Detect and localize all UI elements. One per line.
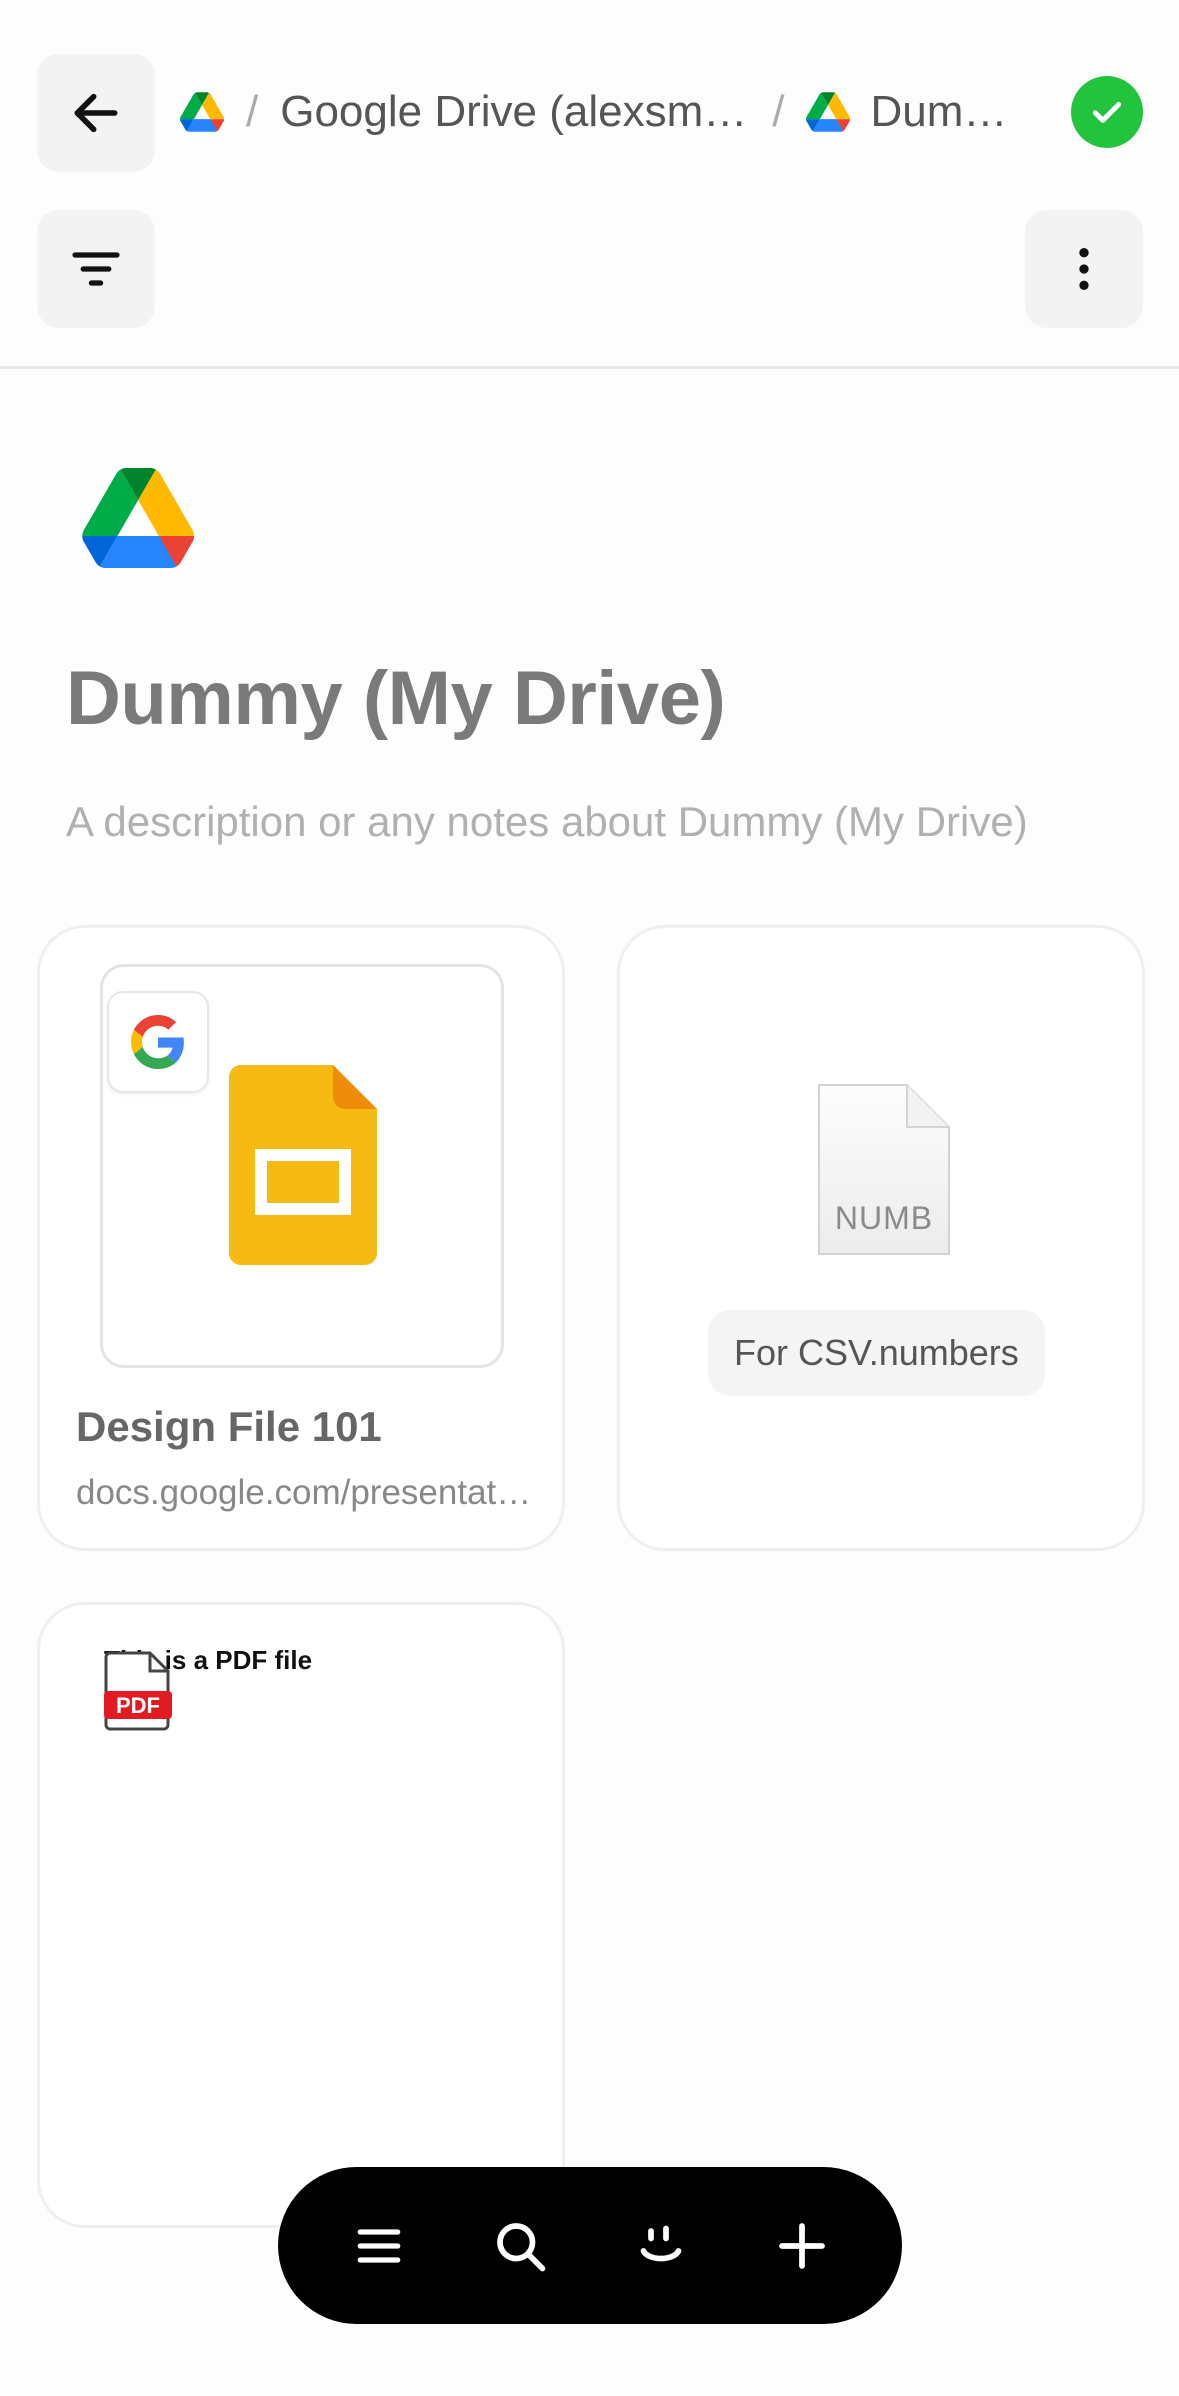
back-button[interactable] bbox=[37, 54, 155, 172]
file-title: Design File 101 bbox=[76, 1403, 382, 1450]
file-name-chip: For CSV.numbers bbox=[708, 1310, 1045, 1396]
smile-icon bbox=[640, 2225, 681, 2261]
breadcrumb-google-drive-account[interactable]: Google Drive (alexsmith.mobbin@gmail.com… bbox=[280, 87, 750, 137]
check-icon bbox=[1092, 102, 1122, 123]
filter-icon bbox=[72, 252, 120, 286]
breadcrumb-current-folder[interactable]: Dummy (My Drive) bbox=[806, 87, 1010, 137]
search-icon bbox=[496, 2222, 545, 2271]
more-options-button[interactable] bbox=[1025, 210, 1143, 328]
google-slides-icon bbox=[229, 1065, 377, 1265]
breadcrumb-drive-root[interactable] bbox=[180, 92, 224, 132]
assistant-button[interactable] bbox=[611, 2196, 711, 2296]
top-header: / Google Drive (alexsmith.mobbin@gmail.c… bbox=[0, 0, 1179, 369]
file-thumbnail bbox=[100, 964, 504, 1368]
menu-button[interactable] bbox=[329, 2196, 429, 2296]
breadcrumb: / Google Drive (alexsmith.mobbin@gmail.c… bbox=[180, 76, 1040, 148]
file-url: docs.google.com/presentation bbox=[76, 1473, 536, 1512]
search-button[interactable] bbox=[470, 2196, 570, 2296]
arrow-left-icon bbox=[74, 93, 118, 133]
file-card-design-file[interactable]: Design File 101 docs.google.com/presenta… bbox=[37, 925, 565, 1551]
file-card-pdf[interactable]: This is a PDF file PDF bbox=[37, 1602, 565, 2228]
plus-icon bbox=[778, 2222, 825, 2269]
page-description-field[interactable]: A description or any notes about Dummy (… bbox=[66, 798, 1028, 846]
pdf-icon-label: PDF bbox=[116, 1693, 160, 1718]
sync-status-badge[interactable] bbox=[1071, 76, 1143, 148]
page-title[interactable]: Dummy (My Drive) bbox=[66, 655, 726, 742]
menu-icon bbox=[357, 2228, 400, 2263]
google-drive-icon bbox=[806, 92, 851, 132]
file-type-label: NUMB bbox=[834, 1200, 934, 1236]
google-drive-logo bbox=[82, 468, 194, 568]
more-vertical-icon bbox=[1079, 248, 1089, 290]
google-drive-icon bbox=[180, 92, 224, 132]
add-button[interactable] bbox=[752, 2196, 852, 2296]
file-card-csv-numbers[interactable]: NUMB For CSV.numbers bbox=[617, 925, 1145, 1551]
pdf-icon: PDF bbox=[104, 1651, 172, 1731]
bottom-toolbar bbox=[278, 2167, 902, 2324]
filter-button[interactable] bbox=[37, 210, 155, 328]
google-g-icon bbox=[107, 991, 209, 1093]
breadcrumb-current-label: Dummy (My Drive) bbox=[870, 87, 1011, 136]
breadcrumb-separator: / bbox=[772, 87, 785, 136]
breadcrumb-separator: / bbox=[246, 87, 259, 136]
